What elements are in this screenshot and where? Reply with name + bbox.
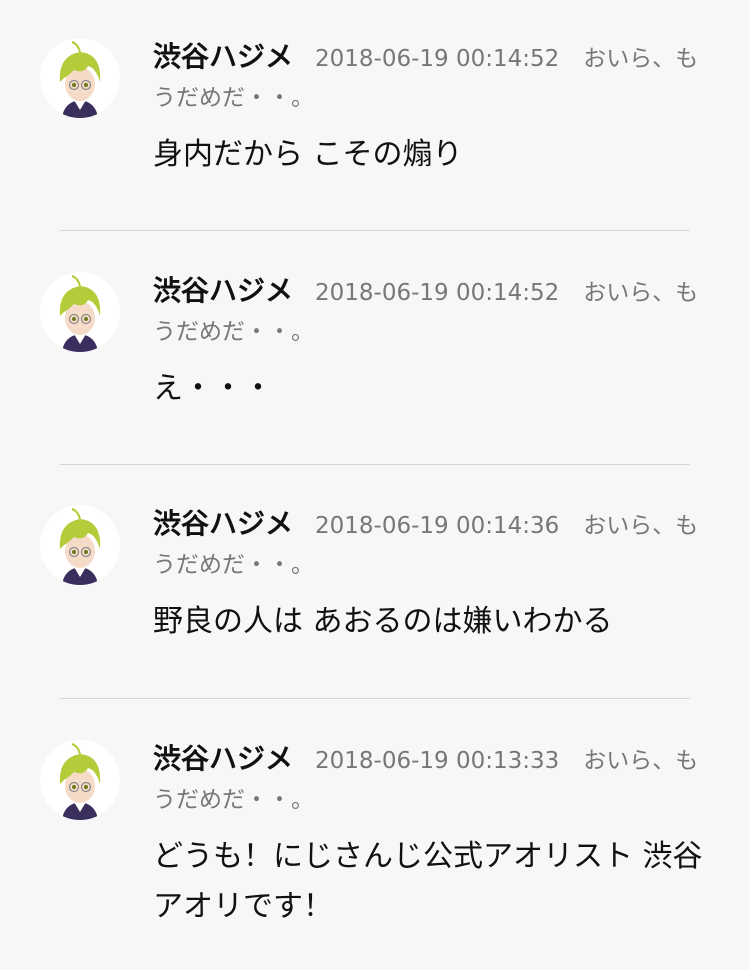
comment-timestamp: 2018-06-19 00:14:36 — [315, 513, 560, 539]
author-name[interactable]: 渋谷ハジメ — [153, 507, 293, 540]
comment-feed: 渋谷ハジメ 2018-06-19 00:14:52 おいら、もうだめだ・・。 身内だ… — [0, 0, 750, 970]
comment-timestamp: 2018-06-19 00:14:52 — [315, 46, 560, 72]
avatar-image — [40, 38, 120, 118]
divider — [60, 230, 690, 231]
comment-meta: 渋谷ハジメ 2018-06-19 00:14:36 おいら、もうだめだ・・。 — [153, 505, 713, 584]
comment-meta: 渋谷ハジメ 2018-06-19 00:14:52 おいら、もうだめだ・・。 — [153, 38, 713, 117]
avatar-image — [40, 505, 120, 585]
avatar-image — [40, 272, 120, 352]
divider — [60, 698, 690, 699]
avatar-image — [40, 740, 120, 820]
comment-meta: 渋谷ハジメ 2018-06-19 00:13:33 おいら、もうだめだ・・。 — [153, 740, 713, 819]
avatar[interactable] — [40, 272, 120, 352]
comment-meta: 渋谷ハジメ 2018-06-19 00:14:52 おいら、もうだめだ・・。 — [153, 272, 713, 351]
author-name[interactable]: 渋谷ハジメ — [153, 742, 293, 775]
comment-body: え・・・ — [153, 371, 273, 406]
comment-timestamp: 2018-06-19 00:13:33 — [315, 748, 560, 774]
comment-body: 野良の人は あおるのは嫌いわかる — [153, 604, 613, 639]
avatar[interactable] — [40, 38, 120, 118]
author-name[interactable]: 渋谷ハジメ — [153, 274, 293, 307]
avatar[interactable] — [40, 740, 120, 820]
comment-timestamp: 2018-06-19 00:14:52 — [315, 280, 560, 306]
divider — [60, 464, 690, 465]
comment-body: どうも！にじさんじ公式アオリスト 渋谷アオリです！ — [153, 839, 703, 924]
avatar[interactable] — [40, 505, 120, 585]
author-name[interactable]: 渋谷ハジメ — [153, 40, 293, 73]
comment-body: 身内だから こその煽り — [153, 137, 463, 172]
